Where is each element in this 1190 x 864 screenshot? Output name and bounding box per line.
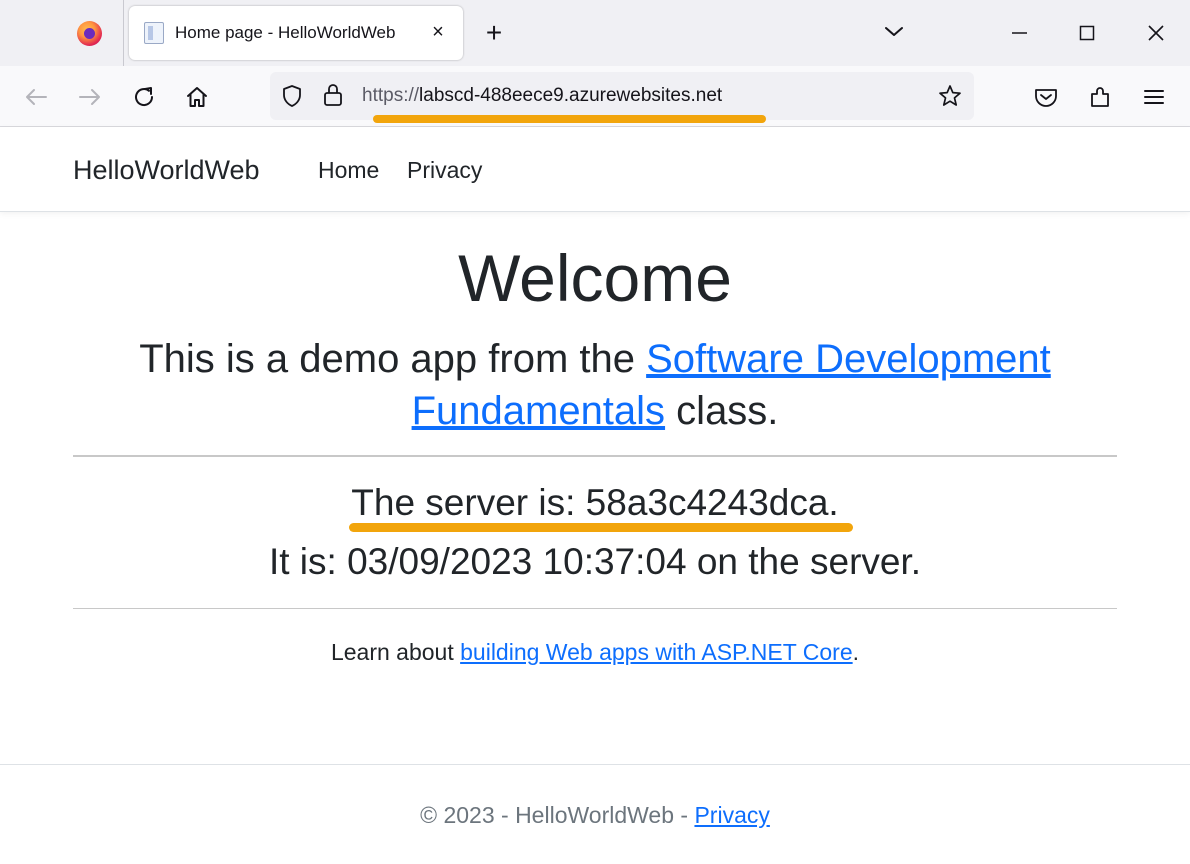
tab-close-icon[interactable]: ×: [427, 19, 449, 45]
intro-text-before: This is a demo app from the: [139, 337, 647, 381]
nav-link-home[interactable]: Home: [318, 157, 379, 184]
learn-paragraph: Learn about building Web apps with ASP.N…: [0, 639, 1190, 666]
forward-arrow-icon[interactable]: [75, 82, 105, 112]
extensions-icon[interactable]: [1086, 82, 1116, 112]
welcome-heading: Welcome: [458, 241, 732, 315]
hamburger-menu-icon[interactable]: [1139, 82, 1169, 112]
intro-paragraph: This is a demo app from the Software Dev…: [80, 333, 1110, 437]
bookmark-star-icon[interactable]: [937, 83, 963, 109]
intro-text-after: class.: [665, 389, 779, 433]
server-time-text: It is: 03/09/2023 10:37:04 on the server…: [268, 541, 922, 582]
server-highlight-underline: [349, 523, 853, 532]
reload-icon[interactable]: [129, 82, 159, 112]
url-highlight-underline: [373, 115, 766, 123]
page-favicon-icon: [144, 22, 164, 44]
lock-icon[interactable]: [321, 82, 345, 108]
tab-title: Home page - HelloWorldWeb: [175, 23, 396, 42]
footer-border: [0, 764, 1190, 765]
site-navbar: HelloWorldWeb Home Privacy: [0, 127, 1190, 212]
tab-separator: [123, 0, 124, 66]
url-host: labscd-488eece9.azurewebsites.net: [419, 85, 723, 106]
pocket-icon[interactable]: [1031, 82, 1061, 112]
new-tab-button[interactable]: +: [480, 17, 508, 49]
footer: © 2023 - HelloWorldWeb - Privacy: [0, 802, 1190, 829]
tab-home-page[interactable]: Home page - HelloWorldWeb ×: [129, 6, 463, 60]
url-bar[interactable]: https://labscd-488eece9.azurewebsites.ne…: [270, 72, 974, 120]
url-scheme: https://: [362, 85, 420, 106]
server-name-text: The server is: 58a3c4243dca.: [351, 482, 839, 523]
footer-privacy-link[interactable]: Privacy: [694, 802, 769, 828]
learn-text-before: Learn about: [330, 639, 461, 665]
learn-text-after: .: [852, 639, 860, 665]
shield-icon[interactable]: [279, 83, 305, 109]
navbar-brand[interactable]: HelloWorldWeb: [73, 155, 260, 186]
minimize-icon[interactable]: [1003, 17, 1035, 49]
back-arrow-icon[interactable]: [21, 82, 51, 112]
divider: [73, 608, 1117, 609]
home-icon[interactable]: [182, 82, 212, 112]
nav-link-privacy[interactable]: Privacy: [407, 157, 482, 184]
aspnet-docs-link[interactable]: building Web apps with ASP.NET Core: [460, 639, 853, 665]
list-all-tabs-icon[interactable]: [880, 20, 908, 44]
divider: [73, 455, 1117, 457]
footer-text: © 2023 - HelloWorldWeb -: [420, 802, 695, 828]
firefox-menu-icon[interactable]: [77, 21, 102, 46]
tab-bar: Home page - HelloWorldWeb × +: [0, 0, 1190, 66]
url-text[interactable]: https://labscd-488eece9.azurewebsites.ne…: [362, 85, 722, 107]
maximize-icon[interactable]: [1071, 17, 1103, 49]
close-window-icon[interactable]: [1140, 17, 1172, 49]
